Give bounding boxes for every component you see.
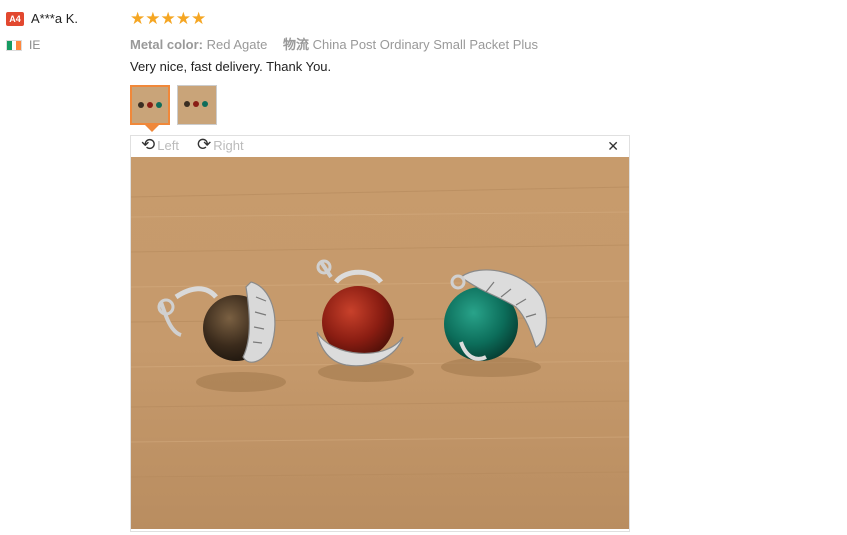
selected-thumbnail-pointer bbox=[145, 125, 159, 132]
review-thumbnail-1[interactable] bbox=[130, 85, 170, 125]
color-value: Red Agate bbox=[206, 37, 268, 52]
shipping-key: 物流 bbox=[282, 37, 309, 52]
shipping-value: China Post Ordinary Small Packet Plus bbox=[312, 37, 539, 52]
star-rating: ★★★★★ bbox=[130, 9, 207, 28]
review-thumbnail-2[interactable] bbox=[177, 85, 217, 125]
image-viewer: ⟲ Left ⟳ Right ✕ bbox=[130, 135, 630, 532]
review-photo[interactable] bbox=[131, 157, 629, 529]
close-icon[interactable]: ✕ bbox=[607, 138, 619, 155]
color-key: Metal color: bbox=[130, 37, 203, 52]
country-flag-icon bbox=[6, 40, 22, 51]
reviewer-country: IE bbox=[29, 38, 41, 52]
viewer-toolbar: ⟲ Left ⟳ Right ✕ bbox=[131, 136, 629, 156]
rotate-left-button[interactable]: ⟲ Left bbox=[141, 135, 179, 154]
rotate-right-label: Right bbox=[213, 137, 244, 153]
rotate-right-button[interactable]: ⟳ Right bbox=[197, 135, 244, 154]
reviewer-avatar-badge: A4 bbox=[6, 12, 24, 26]
reviewer-name: A***a K. bbox=[31, 11, 78, 26]
rotate-left-label: Left bbox=[157, 137, 179, 153]
review-text: Very nice, fast delivery. Thank You. bbox=[130, 59, 332, 74]
rotate-left-icon: ⟲ bbox=[141, 135, 156, 154]
rotate-right-icon: ⟳ bbox=[197, 135, 212, 154]
product-meta: Metal color: Red Agate 物流 China Post Ord… bbox=[130, 34, 538, 53]
